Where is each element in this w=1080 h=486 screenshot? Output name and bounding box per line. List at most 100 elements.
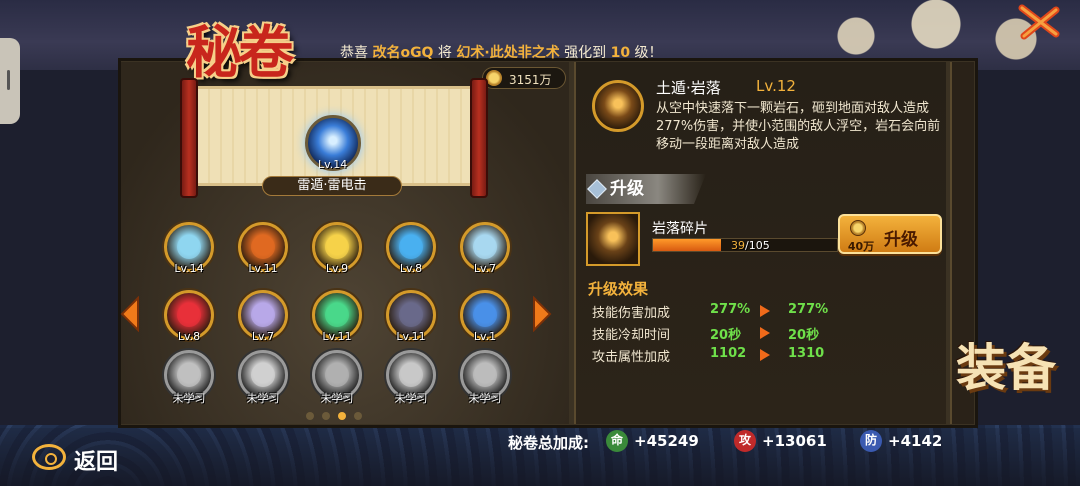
ticker-prefix: 恭喜 — [340, 45, 368, 61]
ticker-level: 10 — [610, 45, 631, 61]
stat-badge-icon: 攻 — [734, 430, 756, 452]
ticker-skill: 幻术·此处非之术 — [456, 45, 560, 61]
effects-title: 升级效果 — [588, 280, 649, 298]
skill-portrait-icon — [473, 363, 497, 387]
skill-portrait-icon — [325, 235, 349, 259]
skill-level-label: Lv.9 — [325, 262, 349, 275]
eye-icon — [32, 444, 66, 470]
skill-portrait-icon — [325, 303, 349, 327]
upgrade-cost: 40万 — [847, 240, 875, 253]
skill-level-label: Lv.8 — [399, 262, 423, 275]
effect-row: 攻击属性加成 1102 1310 — [592, 346, 852, 366]
arrow-left-icon — [120, 295, 139, 333]
arrow-right-icon — [760, 327, 770, 339]
fragment-item-icon[interactable] — [586, 212, 640, 266]
side-drawer-handle[interactable] — [0, 38, 20, 124]
effect-from: 20秒 — [710, 328, 742, 343]
skill-unlearned-label: 未学习 — [172, 392, 206, 405]
fragment-item-name: 岩落碎片 — [652, 221, 708, 237]
skill-portrait-icon — [177, 303, 201, 327]
back-button[interactable]: 返回 — [30, 442, 130, 475]
page-dot-active[interactable] — [338, 412, 346, 420]
gem-icon — [587, 179, 607, 199]
page-dot[interactable] — [322, 412, 330, 420]
skill-unlearned-label: 未学习 — [320, 392, 354, 405]
stat-bonus: 命 +45249 — [606, 428, 726, 454]
skill-portrait-icon — [399, 363, 423, 387]
close-button[interactable] — [1016, 4, 1062, 40]
arrow-right-icon — [760, 349, 770, 361]
page-dot[interactable] — [354, 412, 362, 420]
detail-skill-level: Lv.12 — [756, 77, 796, 95]
scroll-roller-right — [470, 78, 488, 198]
skill-unlearned-label: 未学习 — [394, 392, 428, 405]
scroll-skill-name: 雷遁·雷电击 — [262, 176, 402, 196]
stat-bonus: 防 +4142 — [860, 428, 980, 454]
skill-level-label: Lv.11 — [248, 262, 278, 275]
upgrade-header-label: 升级 — [610, 179, 644, 199]
skill-portrait-icon — [177, 363, 201, 387]
skill-portrait-icon — [251, 363, 275, 387]
currency-amount: 3151万 — [509, 73, 552, 87]
scroll-level: Lv.14 — [318, 158, 348, 171]
upgrade-section-header: 升级 — [586, 174, 706, 204]
fragment-progress-bar: 39/105 — [652, 238, 838, 252]
effect-key: 攻击属性加成 — [592, 350, 671, 365]
skill-level-label: Lv.8 — [177, 330, 201, 343]
effect-from: 277% — [710, 302, 751, 317]
progress-fill — [653, 239, 722, 251]
total-bonus-label: 秘卷总加成: — [508, 434, 589, 452]
prev-page-button[interactable] — [118, 295, 142, 333]
close-icon — [1018, 4, 1060, 40]
skill-portrait-icon — [325, 363, 349, 387]
arrow-right-icon — [533, 295, 552, 333]
effect-row: 技能伤害加成 277% 277% — [592, 302, 852, 322]
skill-portrait-icon — [177, 235, 201, 259]
ticker-mid: 将 — [437, 45, 452, 61]
skill-portrait-icon — [251, 303, 275, 327]
skill-level-label: Lv.11 — [322, 330, 352, 343]
ticker-unit: 级！ — [634, 45, 663, 61]
detail-description: 从空中快速落下一颗岩石，砸到地面对敌人造成277%伤害，并使小范围的敌人浮空，岩… — [656, 101, 941, 152]
effect-to: 277% — [788, 302, 829, 317]
skill-portrait-icon — [251, 235, 275, 259]
announcement-ticker: 恭喜 改名oGQ 将 幻术·此处非之术 强化到 10 级！ — [340, 42, 770, 66]
back-label: 返回 — [74, 450, 119, 475]
stat-badge-icon: 防 — [860, 430, 882, 452]
skill-level-label: Lv.1 — [473, 330, 497, 343]
stat-badge-icon: 命 — [606, 430, 628, 452]
skill-level-label: Lv.11 — [396, 330, 426, 343]
effect-key: 技能冷却时间 — [592, 328, 671, 343]
skill-level-label: Lv.14 — [174, 262, 204, 275]
skill-portrait-icon — [399, 303, 423, 327]
upgrade-button[interactable]: 40万 升级 — [838, 214, 942, 254]
page-indicator — [306, 405, 376, 420]
coin-icon — [486, 70, 502, 86]
currency-display: 3151万 — [482, 67, 566, 89]
rock-skill-icon — [592, 80, 644, 132]
scroll-roller-left — [180, 78, 198, 198]
progress-total: /105 — [745, 239, 770, 252]
stat-value: +45249 — [634, 432, 699, 450]
detail-skill-name: 土遁·岩落 — [656, 79, 721, 97]
skill-unlearned-label: 未学习 — [468, 392, 502, 405]
effect-to: 1310 — [788, 346, 825, 361]
stat-bonus: 攻 +13061 — [734, 428, 854, 454]
skill-level-label: Lv.7 — [473, 262, 497, 275]
ticker-player: 改名oGQ — [372, 45, 434, 61]
ticker-suffix: 强化到 — [564, 45, 607, 61]
page-dot[interactable] — [306, 412, 314, 420]
skill-portrait-icon — [399, 235, 423, 259]
stat-value: +13061 — [762, 432, 827, 450]
coin-icon — [850, 220, 866, 236]
effect-row: 技能冷却时间 20秒 20秒 — [592, 324, 852, 344]
skill-portrait-icon — [473, 303, 497, 327]
stat-value: +4142 — [888, 432, 943, 450]
upgrade-button-label: 升级 — [884, 230, 918, 250]
next-page-button[interactable] — [530, 295, 554, 333]
effect-key: 技能伤害加成 — [592, 306, 671, 321]
skill-level-label: Lv.7 — [251, 330, 275, 343]
handle-grip-icon — [7, 70, 10, 90]
arrow-right-icon — [760, 305, 770, 317]
skill-portrait-icon — [473, 235, 497, 259]
